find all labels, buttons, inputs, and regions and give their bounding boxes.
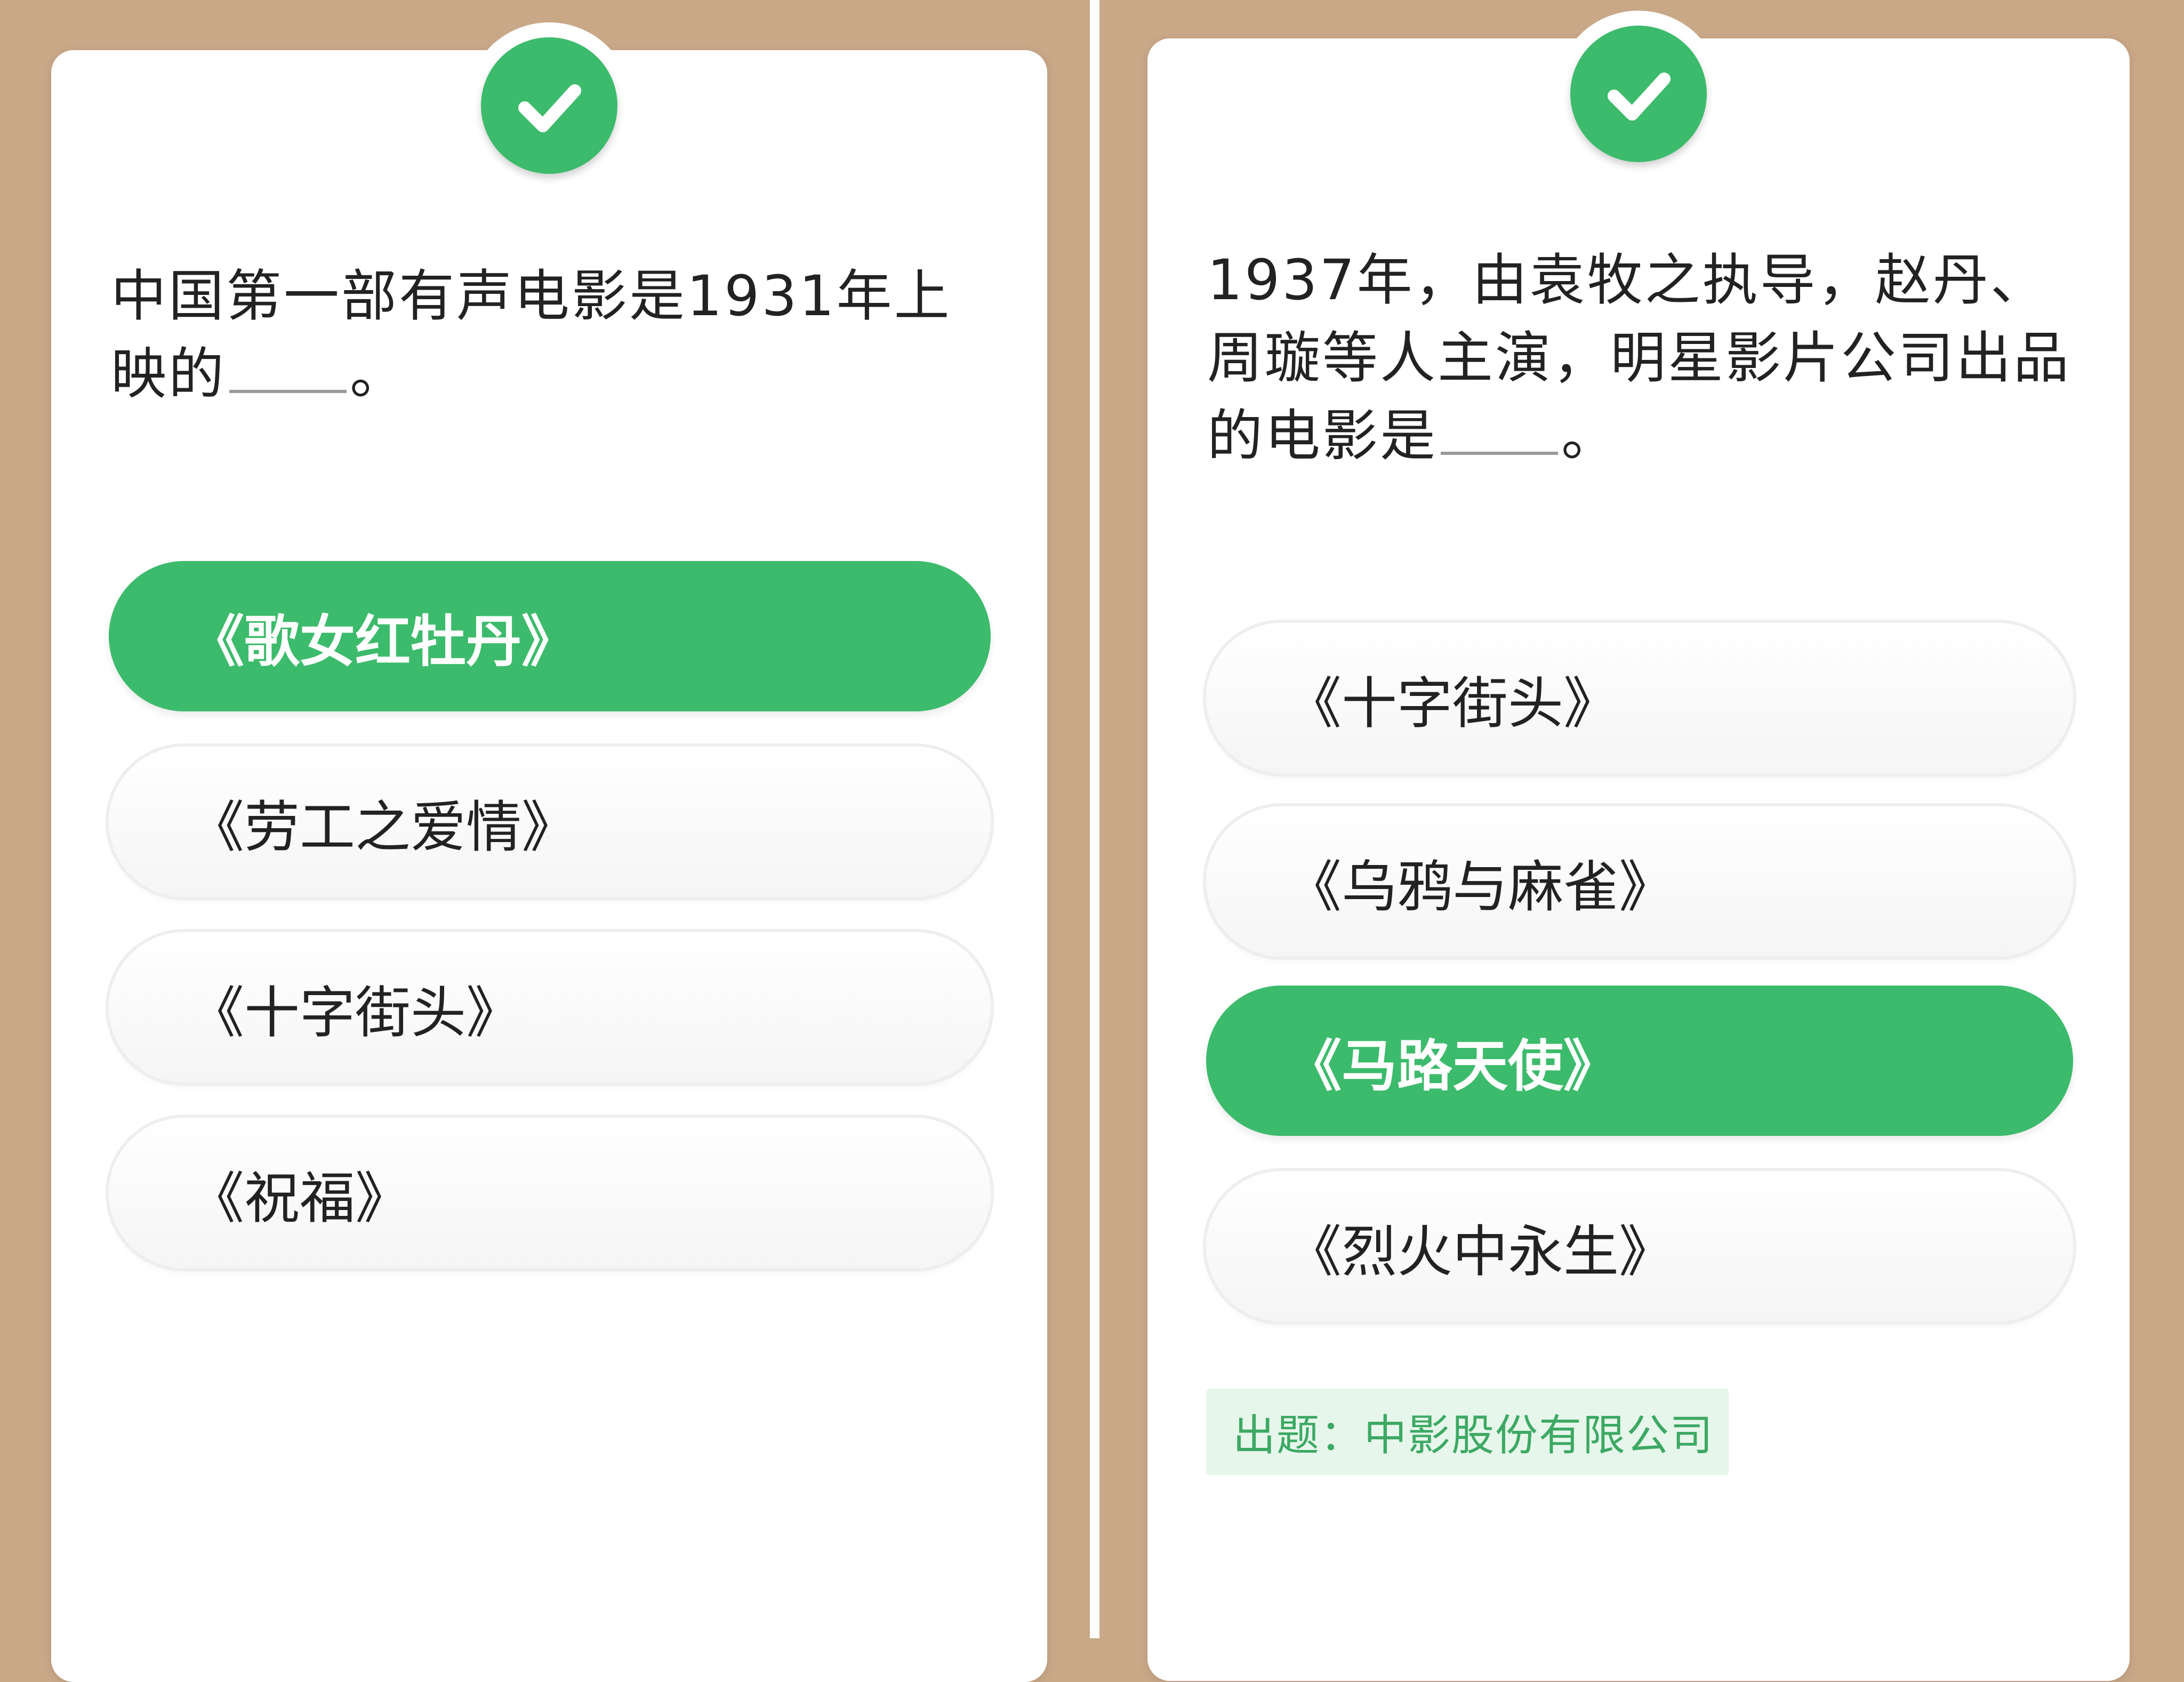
option-4[interactable]: 《祝福》	[109, 1118, 991, 1268]
question-text: 中国第一部有声电影是1931年上映的。	[111, 257, 996, 413]
question-source-tag: 出题：中影股份有限公司	[1206, 1389, 1729, 1475]
correct-badge-circle	[1570, 26, 1707, 162]
correct-badge-circle	[481, 37, 617, 174]
question-after-blank: 。	[1561, 403, 1619, 468]
option-label: 《歌女红牡丹》	[189, 608, 577, 674]
source-label: 出题：中影股份有限公司	[1233, 1411, 1714, 1460]
question-after-blank: 。	[350, 341, 408, 406]
option-label: 《马路天使》	[1286, 1033, 1619, 1099]
panel-divider	[1090, 0, 1099, 1638]
correct-badge	[466, 22, 632, 189]
option-4[interactable]: 《烈火中永生》	[1206, 1171, 2073, 1321]
option-3-selected[interactable]: 《马路天使》	[1206, 986, 2073, 1136]
option-3[interactable]: 《十字街头》	[109, 932, 991, 1083]
option-label: 《烈火中永生》	[1286, 1219, 1675, 1284]
answer-blank	[229, 339, 347, 393]
option-label: 《乌鸦与麻雀》	[1286, 854, 1675, 919]
option-1-selected[interactable]: 《歌女红牡丹》	[109, 561, 991, 711]
correct-badge	[1555, 11, 1722, 177]
option-label: 《祝福》	[189, 1165, 411, 1231]
question-text: 1937年，由袁牧之执导，赵丹、周璇等人主演，明星影片公司出品的电影是。	[1207, 241, 2082, 475]
option-label: 《十字街头》	[189, 980, 522, 1045]
check-icon	[1608, 73, 1671, 121]
option-1[interactable]: 《十字街头》	[1206, 623, 2073, 773]
quiz-card-left: 中国第一部有声电影是1931年上映的。 《歌女红牡丹》 《劳工之爱情》 《十字街…	[51, 22, 1047, 1682]
answer-blank	[1441, 401, 1559, 455]
option-label: 《劳工之爱情》	[189, 794, 577, 860]
question-before-blank: 1937年，由袁牧之执导，赵丹、周璇等人主演，明星影片公司出品的电影是	[1207, 247, 2071, 468]
option-label: 《十字街头》	[1286, 670, 1619, 736]
check-icon	[518, 84, 581, 132]
quiz-card-right: 1937年，由袁牧之执导，赵丹、周璇等人主演，明星影片公司出品的电影是。 《十字…	[1147, 11, 2130, 1681]
option-2[interactable]: 《劳工之爱情》	[109, 747, 991, 897]
option-2[interactable]: 《乌鸦与麻雀》	[1206, 806, 2073, 957]
